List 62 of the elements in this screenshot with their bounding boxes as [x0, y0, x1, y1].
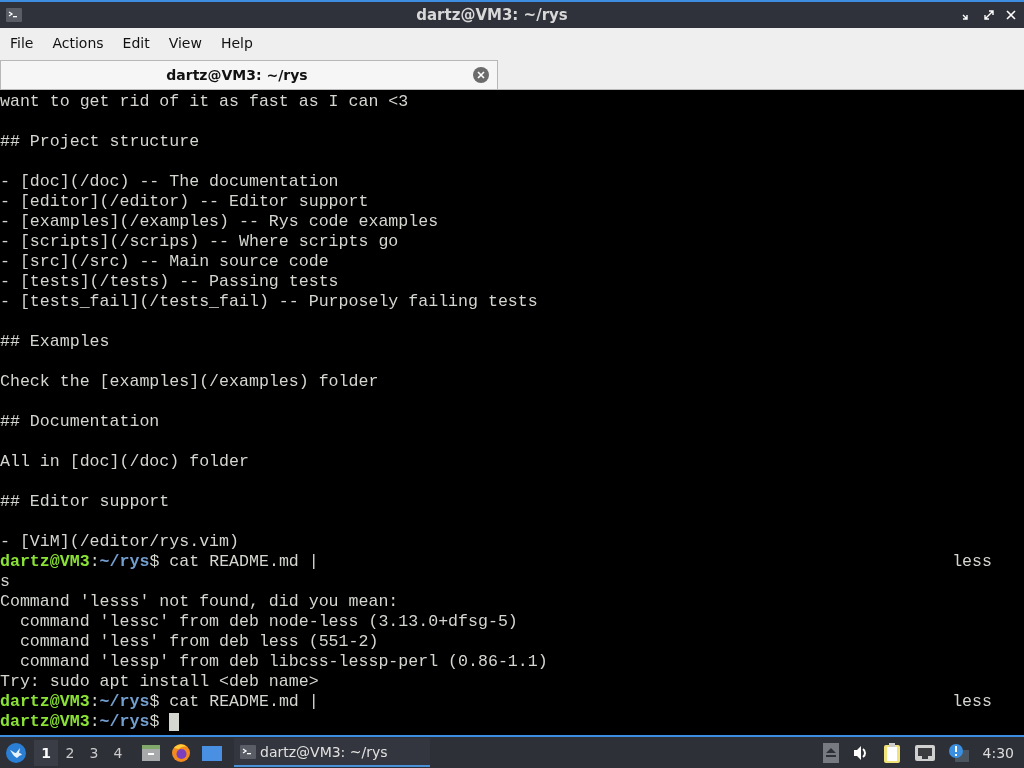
file-cabinet-icon[interactable] — [141, 742, 161, 763]
notification-icon[interactable] — [948, 743, 969, 762]
prompt-colon: : — [89, 712, 100, 732]
prompt-user: dartz@VM3 — [0, 692, 90, 712]
output-line: Check the [examples](/examples) folder — [0, 372, 379, 392]
output-line: ## Documentation — [0, 412, 160, 432]
output-line: command 'lessc' from deb node-less (3.13.0+dfsg-5) — [18, 612, 518, 632]
prompt-path: ~/rys — [99, 692, 150, 712]
menu-item[interactable]: Edit — [114, 35, 158, 51]
output-line: - [doc](/doc) -- The documentation — [0, 172, 339, 192]
network-icon[interactable] — [914, 744, 935, 761]
window-title: dartz@VM3: ~/rys — [415, 6, 569, 24]
menu-item[interactable]: Actions — [44, 35, 112, 51]
close-icon[interactable] — [1006, 10, 1016, 20]
output-line: want to get rid of it as fast as I can <3 — [0, 92, 409, 112]
output-line: Command 'lesss' not found, did you mean: — [0, 592, 399, 612]
command-text: cat README.md | — [169, 692, 319, 712]
output-line: ## Project structure — [0, 132, 200, 152]
output-line: command 'less' from deb less (551-2) — [18, 632, 379, 652]
desktop-button[interactable]: 4 — [106, 739, 130, 766]
desktop-button[interactable]: 3 — [82, 739, 106, 766]
desktop-button[interactable]: 2 — [58, 739, 82, 766]
output-line: Try: sudo apt install <deb name> — [0, 672, 319, 692]
bird-icon[interactable] — [6, 742, 26, 763]
output-line: ## Editor support — [0, 492, 170, 512]
browser-icon[interactable] — [171, 742, 191, 763]
output-line: ## Examples — [0, 332, 110, 352]
prompt-colon: : — [89, 552, 100, 572]
output-line: - [scripts](/scrips) -- Where scripts go — [0, 232, 399, 252]
terminal-icon — [6, 7, 22, 23]
task-button[interactable]: dartz@VM3: ~/rys — [234, 738, 430, 767]
speaker-icon[interactable] — [852, 744, 869, 761]
tab[interactable]: dartz@VM3: ~/rys — [0, 60, 498, 89]
output-line: - [tests](/tests) -- Passing tests — [0, 272, 339, 292]
prompt-colon: : — [89, 692, 100, 712]
prompt-path: ~/rys — [99, 712, 150, 732]
output-line: - [src](/src) -- Main source code — [0, 252, 329, 272]
eject-icon[interactable] — [822, 742, 839, 763]
output-line: - [tests_fail](/tests_fail) -- Purposely failing tests — [0, 292, 538, 312]
desktop-button[interactable]: 1 — [34, 739, 58, 766]
output-line: s — [0, 572, 10, 592]
command-text: less — [952, 552, 992, 572]
prompt-sign: $ — [149, 692, 160, 712]
menu-item[interactable]: File — [2, 35, 42, 51]
prompt-sign: $ — [149, 552, 160, 572]
output-line: - [examples](/examples) -- Rys code examples — [0, 212, 439, 232]
prompt-user: dartz@VM3 — [0, 552, 90, 572]
prompt-user: dartz@VM3 — [0, 712, 90, 732]
clock: 4:30 — [982, 744, 1014, 761]
prompt-path: ~/rys — [99, 552, 150, 572]
output-line: - [editor](/editor) -- Editor support — [0, 192, 369, 212]
output-line: command 'lessp' from deb libcss-lessp-perl (0.86-1.1) — [18, 652, 548, 672]
prompt-sign: $ — [149, 712, 160, 732]
maximize-icon[interactable] — [984, 10, 994, 20]
command-text: cat README.md | — [169, 552, 319, 572]
clipboard-icon[interactable] — [882, 742, 901, 763]
terminal-icon — [240, 743, 256, 760]
output-line: - [ViM](/editor/rys.vim) — [0, 532, 239, 552]
command-text: less — [952, 692, 992, 712]
output-line: All in [doc](/doc) folder — [0, 452, 249, 472]
menu-item[interactable]: Help — [212, 35, 261, 51]
menu-item[interactable]: View — [160, 35, 210, 51]
